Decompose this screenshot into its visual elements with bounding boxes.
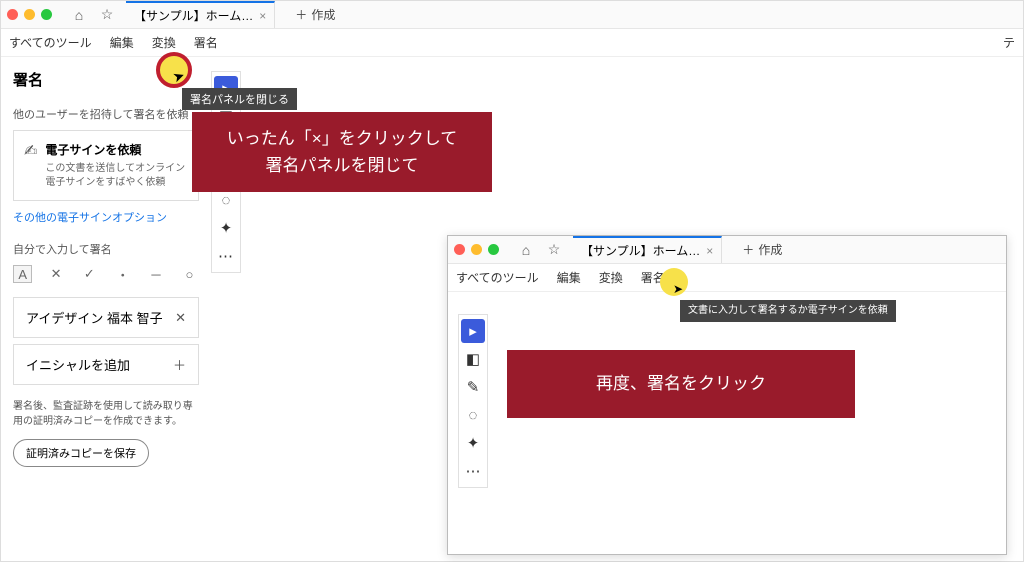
- new-tab-label: 作成: [758, 241, 782, 258]
- callout-click-sign: 再度、署名をクリック: [507, 350, 855, 418]
- esign-title: 電子サインを依頼: [45, 141, 188, 158]
- menu-right-truncated: テ: [1003, 34, 1015, 51]
- save-certified-button[interactable]: 証明済みコピーを保存: [13, 439, 149, 467]
- invite-header: 他のユーザーを招待して署名を依頼: [13, 106, 199, 122]
- shape-line[interactable]: ─: [146, 265, 165, 283]
- add-initials-entry[interactable]: イニシャルを追加 ＋: [13, 344, 199, 385]
- tool-comment[interactable]: ◧: [461, 347, 485, 371]
- shape-text[interactable]: A: [13, 265, 32, 283]
- inset-menubar: すべてのツール 編集 変換 署名: [448, 264, 1006, 292]
- shape-check[interactable]: ✓: [80, 265, 99, 283]
- document-tab[interactable]: 【サンプル】ホーム… ×: [126, 1, 275, 28]
- tool-more[interactable]: ⋯: [461, 459, 485, 483]
- menubar: すべてのツール 編集 変換 署名 テ: [1, 29, 1023, 57]
- callout-close-panel: いったん「×」をクリックして署名パネルを閉じて: [192, 112, 492, 192]
- remove-signature-icon[interactable]: ✕: [175, 310, 186, 326]
- shape-circle[interactable]: ○: [180, 265, 199, 283]
- inset-new-tab-button[interactable]: ＋ 作成: [732, 237, 792, 262]
- new-tab-label: 作成: [311, 6, 335, 23]
- menu-edit[interactable]: 編集: [110, 34, 134, 51]
- tool-more[interactable]: ⋯: [214, 244, 238, 268]
- close-window-icon[interactable]: [454, 244, 465, 255]
- close-window-icon[interactable]: [7, 9, 18, 20]
- menu-all-tools[interactable]: すべてのツール: [456, 269, 539, 286]
- self-sign-header: 自分で入力して署名: [13, 241, 199, 257]
- tab-close-icon[interactable]: ×: [259, 9, 266, 23]
- tool-draw[interactable]: ✎: [461, 375, 485, 399]
- inset-document-tab[interactable]: 【サンプル】ホーム… ×: [573, 236, 722, 263]
- request-esign-box[interactable]: ✍︎ 電子サインを依頼 この文書を送信してオンライン電子サインをすばやく依頼: [13, 130, 199, 201]
- home-icon[interactable]: ⌂: [70, 7, 88, 23]
- inset-titlebar: ⌂ ☆ 【サンプル】ホーム… × ＋ 作成: [448, 236, 1006, 264]
- inset-vertical-toolbar: ▸ ◧ ✎ ◌ ✦ ⋯: [458, 314, 488, 488]
- window-controls: [7, 9, 52, 20]
- shape-dot[interactable]: ・: [113, 265, 132, 283]
- add-initials-label: イニシャルを追加: [26, 355, 130, 374]
- menu-all-tools[interactable]: すべてのツール: [9, 34, 92, 51]
- menu-convert[interactable]: 変換: [599, 269, 623, 286]
- home-icon[interactable]: ⌂: [517, 242, 535, 258]
- inset-window-controls: [454, 244, 499, 255]
- maximize-window-icon[interactable]: [488, 244, 499, 255]
- menu-convert[interactable]: 変換: [152, 34, 176, 51]
- add-initials-plus-icon[interactable]: ＋: [173, 355, 186, 374]
- tool-stamp[interactable]: ✦: [214, 216, 238, 240]
- signature-entry[interactable]: アイデザイン 福本 智子 ✕: [13, 297, 199, 338]
- signature-panel: 署名 他のユーザーを招待して署名を依頼 ✍︎ 電子サインを依頼 この文書を送信し…: [1, 57, 211, 557]
- plus-icon: ＋: [742, 241, 754, 258]
- minimize-window-icon[interactable]: [471, 244, 482, 255]
- maximize-window-icon[interactable]: [41, 9, 52, 20]
- sign-menu-tooltip: 文書に入力して署名するか電子サインを依頼: [680, 300, 896, 322]
- menu-sign[interactable]: 署名: [194, 34, 218, 51]
- plus-icon: ＋: [295, 6, 307, 23]
- shape-x[interactable]: ✕: [46, 265, 65, 283]
- certified-note: 署名後、監査証跡を使用して読み取り専用の証明済みコピーを作成できます。: [13, 399, 199, 429]
- cursor-icon: ➤: [673, 282, 683, 296]
- new-tab-button[interactable]: ＋ 作成: [285, 2, 345, 27]
- esign-icon: ✍︎: [24, 141, 37, 190]
- titlebar: ⌂ ☆ 【サンプル】ホーム… × ＋ 作成: [1, 1, 1023, 29]
- tool-shape[interactable]: ◌: [461, 403, 485, 427]
- tab-close-icon[interactable]: ×: [706, 244, 713, 258]
- tab-title: 【サンプル】ホーム…: [134, 7, 253, 24]
- esign-desc: この文書を送信してオンライン電子サインをすばやく依頼: [45, 162, 188, 190]
- tool-stamp[interactable]: ✦: [461, 431, 485, 455]
- menu-edit[interactable]: 編集: [557, 269, 581, 286]
- shape-tools-row: A ✕ ✓ ・ ─ ○: [13, 265, 199, 283]
- favorite-icon[interactable]: ☆: [98, 6, 116, 23]
- minimize-window-icon[interactable]: [24, 9, 35, 20]
- tab-title: 【サンプル】ホーム…: [581, 242, 700, 259]
- signature-name: アイデザイン 福本 智子: [26, 308, 163, 327]
- close-panel-tooltip: 署名パネルを閉じる: [182, 88, 297, 110]
- other-esign-options-link[interactable]: その他の電子サインオプション: [13, 209, 199, 225]
- tool-pointer[interactable]: ▸: [461, 319, 485, 343]
- favorite-icon[interactable]: ☆: [545, 241, 563, 258]
